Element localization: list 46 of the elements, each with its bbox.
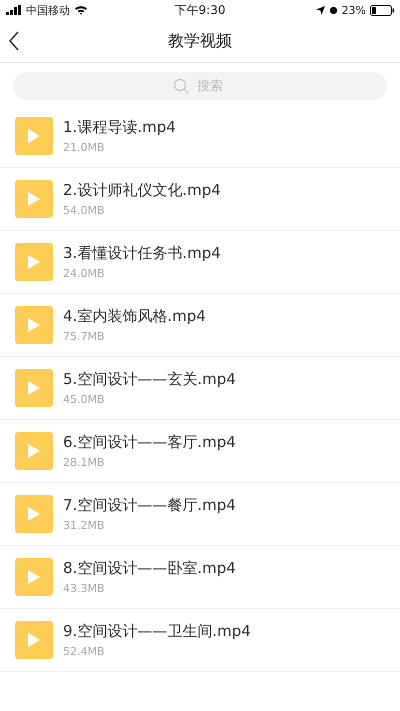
status-time: 下午9:30 <box>174 2 226 18</box>
location-icon <box>316 6 325 14</box>
file-size: 24.0MB <box>63 267 106 280</box>
video-name: 5.空间设计——玄关.mp4 <box>63 370 236 389</box>
file-size: 31.2MB <box>63 519 106 532</box>
play-thumbnail-icon <box>15 180 53 218</box>
video-name: 4.室内装饰风格.mp4 <box>63 307 206 326</box>
video-item[interactable]: 7.空间设计——餐厅.mp4 31.2MB <box>0 483 400 546</box>
wifi-icon <box>74 5 88 15</box>
play-thumbnail-icon <box>15 117 53 155</box>
video-name: 1.课程导读.mp4 <box>63 118 176 137</box>
video-item[interactable]: 1.课程导读.mp4 21.0MB <box>0 105 400 168</box>
video-name: 8.空间设计——卧室.mp4 <box>63 559 236 578</box>
play-thumbnail-icon <box>15 495 53 533</box>
back-icon[interactable] <box>8 31 20 51</box>
video-name: 2.设计师礼仪文化.mp4 <box>63 181 221 200</box>
video-item[interactable]: 8.空间设计——卧室.mp4 43.3MB <box>0 546 400 609</box>
signal-icon <box>6 5 22 15</box>
play-thumbnail-icon <box>15 621 53 659</box>
video-item[interactable]: 2.设计师礼仪文化.mp4 54.0MB <box>0 168 400 231</box>
file-size: 21.0MB <box>63 141 106 154</box>
play-thumbnail-icon <box>15 369 53 407</box>
carrier-name: 中国移动 <box>26 2 70 18</box>
video-item[interactable]: 3.看懂设计任务书.mp4 24.0MB <box>0 231 400 294</box>
file-size: 28.1MB <box>63 456 106 469</box>
play-thumbnail-icon <box>15 243 53 281</box>
file-size: 45.0MB <box>63 393 106 406</box>
video-name: 6.空间设计——客厅.mp4 <box>63 433 236 452</box>
video-item[interactable]: 4.室内装饰风格.mp4 75.7MB <box>0 294 400 357</box>
file-size: 54.0MB <box>63 204 106 217</box>
file-size: 52.4MB <box>63 645 106 658</box>
video-name: 9.空间设计——卫生间.mp4 <box>63 622 251 641</box>
battery-icon <box>370 4 394 16</box>
page-title: 教学视频 <box>168 30 232 52</box>
play-thumbnail-icon <box>15 558 53 596</box>
battery-percent: 23% <box>342 4 366 16</box>
video-name: 3.看懂设计任务书.mp4 <box>63 244 221 263</box>
video-item[interactable]: 5.空间设计——玄关.mp4 45.0MB <box>0 357 400 420</box>
file-size: 43.3MB <box>63 582 106 595</box>
file-size: 75.7MB <box>63 330 106 343</box>
video-item[interactable]: 9.空间设计——卫生间.mp4 52.4MB <box>0 609 400 672</box>
video-name: 7.空间设计——餐厅.mp4 <box>63 496 236 515</box>
video-item[interactable]: 6.空间设计——客厅.mp4 28.1MB <box>0 420 400 483</box>
search-field[interactable]: 搜索 <box>13 72 387 100</box>
play-thumbnail-icon <box>15 306 53 344</box>
play-thumbnail-icon <box>15 432 53 470</box>
